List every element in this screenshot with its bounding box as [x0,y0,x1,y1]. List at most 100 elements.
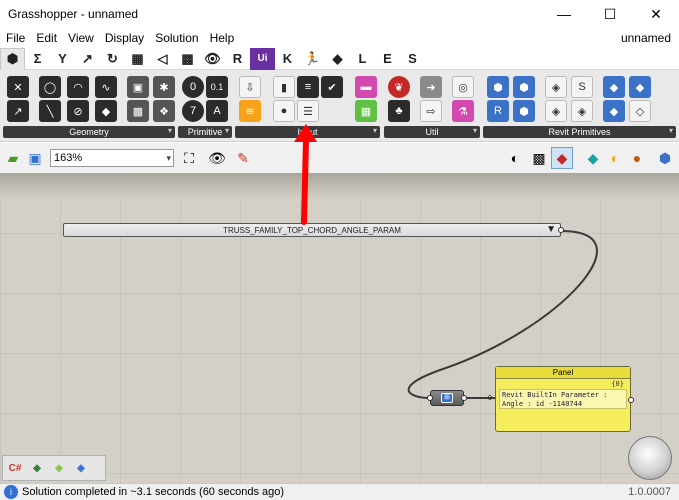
gradient-icon[interactable]: ▦ [355,100,377,122]
tab-curve-icon[interactable]: ↻ [100,48,125,70]
mesh-quality-icon[interactable]: ◐ [604,147,626,169]
component-node[interactable]: ⊞ [427,390,467,406]
grasshopper-canvas[interactable] [0,173,679,483]
revit-element-blue-icon[interactable]: ◈ [72,459,90,477]
input-grip[interactable] [427,395,433,401]
preview-eye-icon[interactable]: 👁 [206,147,228,169]
menu-view[interactable]: View [62,31,99,45]
arc-param-icon[interactable]: ◠ [67,76,89,98]
menu-solution[interactable]: Solution [149,31,203,45]
button-icon[interactable]: ● [273,100,295,122]
geometry-param-icon[interactable]: ⊘ [67,100,89,122]
menu-help[interactable]: Help [204,31,240,45]
tab-human-icon[interactable]: 🏃 [300,48,325,70]
group-expander-icon[interactable]: ▾ [473,126,477,135]
data-output-icon[interactable]: ➜ [420,76,442,98]
revit-document-icon[interactable]: ◆ [603,76,625,98]
number-param-icon[interactable]: 0.1 [206,76,228,98]
navigation-ball-icon[interactable] [628,436,672,480]
save-file-icon[interactable]: ▣ [24,147,46,169]
revit-family-icon[interactable]: ◆ [629,76,651,98]
tab-l-icon[interactable]: L [350,48,375,70]
domain-param-icon[interactable]: 7 [182,100,204,122]
output-grip[interactable] [628,397,634,403]
output-grip[interactable] [558,227,564,233]
tab-intersect-icon[interactable]: ▩ [175,48,200,70]
cherry-picker-icon[interactable]: ❦ [388,76,410,98]
tab-rhino-icon[interactable]: R [225,48,250,70]
tab-vector-icon[interactable]: ↗ [75,48,100,70]
revit-element-icon[interactable]: ⬢ [487,76,509,98]
revit-material-icon[interactable]: S [571,76,593,98]
wireframe-preview-icon[interactable]: ▩ [528,147,550,169]
close-button[interactable]: ✕ [633,0,679,28]
menu-display[interactable]: Display [99,31,149,45]
shaded-preview-icon[interactable]: ◆ [551,147,573,169]
tab-plugin-icon[interactable]: ◆ [325,48,350,70]
surface-param-icon[interactable]: ◆ [95,100,117,122]
line-param-icon[interactable]: ╲ [39,100,61,122]
revit-graphic-style-icon[interactable]: ◈ [545,76,567,98]
revit-category-icon[interactable]: ⬢ [513,76,535,98]
circle-param-icon[interactable]: ◯ [39,76,61,98]
text-param-icon[interactable]: A [206,100,228,122]
zoom-extents-icon[interactable]: ⛶ [178,147,200,169]
open-file-icon[interactable]: ▰ [2,147,24,169]
box-param-icon[interactable]: ▣ [127,76,149,98]
toggle-icon[interactable]: ▮ [273,76,295,98]
preview-mode-icon[interactable]: ◐ [504,147,526,169]
tab-surface-icon[interactable]: ▦ [125,48,150,70]
checkbox-icon[interactable]: ✔ [321,76,343,98]
vector-param-icon[interactable]: ↗ [7,100,29,122]
tab-mesh-icon[interactable]: ◁ [150,48,175,70]
revit-workset-icon[interactable]: ◆ [603,100,625,122]
panel-input-icon[interactable]: ☰ [297,100,319,122]
panel-node[interactable]: Panel {0} Revit BuiltIn Parameter : Angl… [488,366,634,432]
swatch-icon[interactable]: ▬ [355,76,377,98]
tab-params-icon[interactable]: ⬢ [0,47,25,70]
mesh-param-icon[interactable]: ✱ [153,76,175,98]
tab-e-icon[interactable]: E [375,48,400,70]
revit-parameter-icon[interactable]: R [487,100,509,122]
output-grip[interactable] [461,395,467,401]
data-input-icon[interactable]: ⇨ [420,100,442,122]
selected-preview-icon[interactable]: ◆ [582,147,604,169]
revit-element-green-icon[interactable]: ◈ [28,459,46,477]
group-expander-icon[interactable]: ▾ [225,126,229,135]
document-preview-icon[interactable]: ● [626,147,648,169]
menu-file[interactable]: File [0,31,30,45]
cluster-icon[interactable]: ◎ [452,76,474,98]
tree-icon[interactable]: ♣ [388,100,410,122]
curve-param-icon[interactable]: ∿ [95,76,117,98]
zoom-select[interactable]: 163% ▾ [50,149,174,167]
panel-content[interactable]: Revit BuiltIn Parameter : Angle : id -11… [499,389,627,409]
integer-param-icon[interactable]: 0 [182,76,204,98]
revit-selection-icon[interactable]: ⬢ [513,100,535,122]
tab-maths-icon[interactable]: Σ [25,48,50,70]
sketch-pen-icon[interactable]: ✎ [232,147,254,169]
render-preview-icon[interactable]: ⬢ [654,147,676,169]
tab-s-icon[interactable]: S [400,48,425,70]
revit-type-icon[interactable]: ◇ [629,100,651,122]
field-param-icon[interactable]: ❖ [153,100,175,122]
tab-display-icon[interactable]: 👁 [200,48,225,70]
menu-edit[interactable]: Edit [30,31,62,45]
revit-view-icon[interactable]: ◈ [545,100,567,122]
graph-mapper-icon[interactable]: ≋ [239,100,261,122]
minimize-button[interactable]: — [541,0,587,28]
revit-element-lime-icon[interactable]: ◈ [50,459,68,477]
import-icon[interactable]: ⇩ [239,76,261,98]
csharp-script-icon[interactable]: C# [6,459,24,477]
revit-sheet-icon[interactable]: ◈ [571,100,593,122]
point-param-icon[interactable]: ✕ [7,76,29,98]
flask-icon[interactable]: ⚗ [452,100,474,122]
brep-param-icon[interactable]: ▩ [127,100,149,122]
group-expander-icon[interactable]: ▾ [168,126,172,135]
param-dropdown-icon[interactable]: ▼ [546,224,556,236]
tab-sets-icon[interactable]: Y [50,48,75,70]
group-expander-icon[interactable]: ▾ [669,126,673,135]
tab-ui-icon[interactable]: Ui [250,47,275,70]
group-expander-icon[interactable]: ▾ [373,126,377,135]
param-node[interactable]: TRUSS_FAMILY_TOP_CHORD_ANGLE_PARAM ▼ [63,223,564,237]
maximize-button[interactable]: ☐ [587,0,633,28]
